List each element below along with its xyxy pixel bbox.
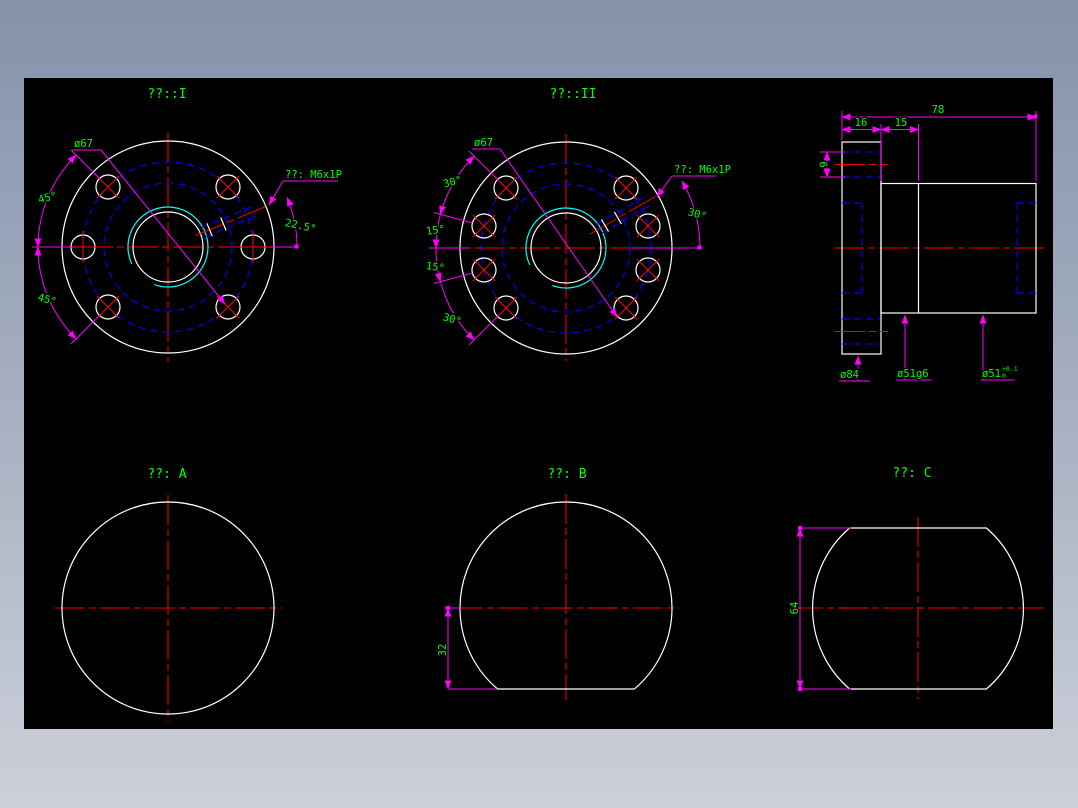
view-section-C: 64 ??: C (788, 465, 1043, 699)
dia-label: ø51 (982, 368, 1001, 380)
dim-label: 16 (855, 117, 868, 129)
dim-label: ø67 (74, 138, 93, 150)
dim-label: 30° (686, 206, 707, 223)
callout-thread: ??: M6x1P (268, 168, 343, 206)
dim-label: 45° (37, 190, 58, 207)
radial-thread-hole (195, 204, 268, 238)
dim-angle-22-5: 22.5° (270, 197, 318, 249)
view-title: ??::II (550, 87, 597, 102)
tapped-hole (635, 257, 661, 283)
dim-label: 32 (437, 644, 449, 657)
cad-drawing: ø67 45° 45° 22.5° ??: M6x1P ??::I ø67 30… (32, 86, 1044, 721)
dim-label: 22.5° (284, 217, 317, 235)
tapped-hole (471, 213, 497, 239)
dim-angle-45-upper: 45° (32, 149, 100, 248)
tapped-hole (613, 295, 639, 321)
dim-label: ø67 (474, 137, 493, 149)
view-section-B: 32 ??: B (436, 466, 679, 700)
dim-label: 78 (932, 104, 945, 116)
leader-end-dia: ø51 +0.1 0 (979, 314, 1018, 381)
view-title: ??::I (147, 87, 186, 102)
dim-label: 15 (895, 117, 908, 129)
flange-bolt-hole-top (835, 151, 888, 178)
dim-label: 64 (789, 602, 801, 615)
thread-callout-label: ??: M6x1P (674, 164, 731, 176)
view-side: 78 16 15 9 ø84 ø51g6 ø51 +0.1 0 (817, 103, 1044, 382)
dim-bolt-circle-dia: ø67 (472, 136, 618, 318)
dim-segment: 15 (880, 116, 919, 181)
leader-flange-dia: ø84 (839, 355, 870, 382)
view-title: ??: B (547, 467, 586, 482)
view-front-II: ø67 30° 15° 15° 30° 30° ??: M6x1P ??::II (424, 86, 732, 361)
tapped-hole (95, 294, 121, 320)
dim-label: 15° (425, 260, 445, 275)
leader-body-dia: ø51g6 (896, 314, 932, 381)
tapped-hole (215, 174, 241, 200)
dia-label: ø51g6 (897, 368, 929, 380)
tapped-hole (95, 174, 121, 200)
view-title: ??: C (892, 466, 931, 481)
dim-label: 9 (819, 161, 831, 167)
callout-thread: ??: M6x1P (656, 163, 732, 198)
view-section-A: ??: A (55, 466, 281, 721)
dim-angle-45-lower: 45° (34, 246, 100, 345)
dim-bolt-circle-dia: ø67 (72, 137, 226, 305)
view-title: ??: A (147, 467, 186, 482)
tapped-hole (471, 257, 497, 283)
flange-bolt-hole-bottom (835, 318, 888, 345)
dim-flange-width: 16 (841, 116, 882, 181)
tapped-hole (215, 294, 241, 320)
tapped-hole (635, 213, 661, 239)
thread-callout-label: ??: M6x1P (285, 169, 342, 181)
bolt-hole (237, 231, 269, 263)
dim-label: 30° (442, 174, 463, 191)
dim-label: 30° (441, 311, 462, 328)
dim-angle-right: 30° (633, 180, 709, 250)
dim-label: 45° (36, 292, 57, 309)
tapped-hole (493, 295, 519, 321)
tolerance-lower: 0 (1002, 372, 1006, 380)
tapped-hole (493, 175, 519, 201)
dia-label: ø84 (840, 369, 859, 381)
drawing-canvas: ø67 45° 45° 22.5° ??: M6x1P ??::I ø67 30… (24, 78, 1053, 729)
dim-label: 15° (425, 223, 445, 238)
view-front-I: ø67 45° 45° 22.5° ??: M6x1P ??::I (32, 86, 343, 362)
tapped-hole (613, 175, 639, 201)
